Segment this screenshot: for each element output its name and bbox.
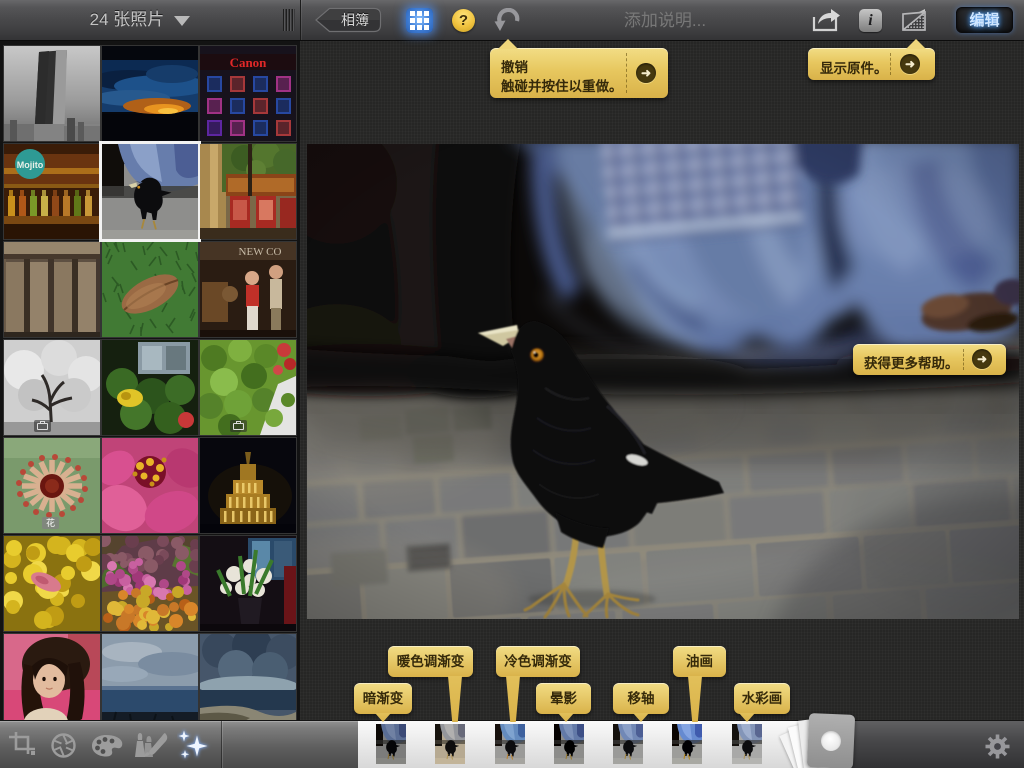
svg-text:Canon: Canon: [230, 55, 268, 70]
svg-text:NEW CO: NEW CO: [239, 246, 282, 258]
svg-text:Mojito: Mojito: [17, 160, 44, 170]
